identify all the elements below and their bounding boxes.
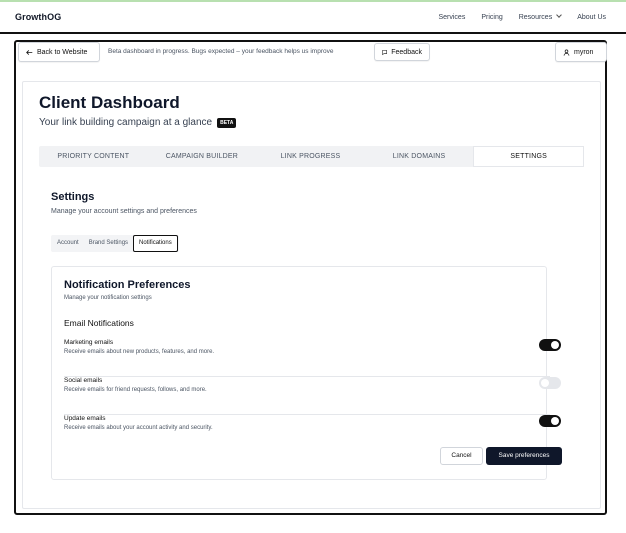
dashboard-frame: Back to Website Beta dashboard in progre… [14, 40, 607, 515]
row-description: Receive emails for friend requests, foll… [64, 387, 207, 393]
back-label: Back to Website [37, 48, 88, 56]
settings-title: Settings [51, 191, 95, 203]
settings-subtitle: Manage your account settings and prefere… [51, 208, 197, 215]
feedback-label: Feedback [391, 48, 422, 56]
tab-link-progress[interactable]: LINK PROGRESS [256, 146, 365, 167]
settings-subtabs: Account Brand Settings Notifications [51, 235, 179, 252]
row-description: Receive emails about new products, featu… [64, 349, 215, 355]
arrow-left-icon [26, 49, 33, 55]
tab-link-domains[interactable]: LINK DOMAINS [365, 146, 474, 167]
subtab-notifications[interactable]: Notifications [133, 235, 178, 252]
message-icon [382, 49, 387, 55]
beta-badge: BETA [217, 117, 237, 128]
feedback-button[interactable]: Feedback [374, 43, 430, 61]
toggle-knob [551, 417, 559, 425]
user-icon [563, 49, 570, 56]
dashboard-panel: Client Dashboard Your link building camp… [22, 81, 601, 509]
notification-row-marketing: Marketing emails Receive emails about ne… [64, 339, 561, 377]
row-label: Update emails [64, 415, 106, 422]
page-title: Client Dashboard [39, 93, 180, 112]
tab-campaign-builder[interactable]: CAMPAIGN BUILDER [148, 146, 257, 167]
nav-link-resources-label: Resources [518, 14, 553, 21]
tab-priority-content[interactable]: PRIORITY CONTENT [39, 146, 148, 167]
navbar: GrowthOG Services Pricing Resources Abou… [0, 2, 626, 34]
back-to-website-button[interactable]: Back to Website [18, 42, 100, 62]
toggle-knob [541, 379, 549, 387]
nav-link-resources[interactable]: Resources [518, 12, 563, 21]
subtitle-text: Your link building campaign at a glance [39, 117, 213, 128]
row-label: Social emails [64, 377, 103, 384]
save-preferences-button[interactable]: Save preferences [486, 447, 562, 465]
subtab-account[interactable]: Account [52, 236, 84, 251]
nav-links: Services Pricing Resources About Us [438, 12, 606, 21]
subtab-brand-settings[interactable]: Brand Settings [84, 236, 133, 251]
nav-link-services[interactable]: Services [438, 14, 465, 21]
user-menu-button[interactable]: myron [555, 42, 607, 62]
chevron-down-icon [556, 12, 563, 18]
notification-row-social: Social emails Receive emails for friend … [64, 377, 561, 415]
tab-settings[interactable]: SETTINGS [474, 147, 583, 166]
nav-link-about[interactable]: About Us [577, 14, 606, 21]
social-emails-toggle[interactable] [539, 377, 561, 389]
card-title: Notification Preferences [64, 279, 191, 291]
user-name: myron [574, 48, 594, 56]
toggle-knob [551, 341, 559, 349]
brand-logo[interactable]: GrowthOG [15, 12, 61, 22]
card-subtitle: Manage your notification settings [64, 295, 152, 301]
page-subtitle: Your link building campaign at a glance … [39, 117, 237, 128]
beta-message: Beta dashboard in progress. Bugs expecte… [108, 48, 334, 55]
cancel-button[interactable]: Cancel [440, 447, 483, 465]
row-label: Marketing emails [64, 339, 114, 346]
dashboard-tabs: PRIORITY CONTENT CAMPAIGN BUILDER LINK P… [39, 146, 584, 167]
row-description: Receive emails about your account activi… [64, 425, 213, 431]
update-emails-toggle[interactable] [539, 415, 561, 427]
nav-link-pricing[interactable]: Pricing [481, 14, 502, 21]
section-heading: Email Notifications [64, 318, 134, 328]
notification-preferences-card: Notification Preferences Manage your not… [51, 266, 562, 480]
notification-row-update: Update emails Receive emails about your … [64, 415, 561, 439]
marketing-emails-toggle[interactable] [539, 339, 561, 351]
